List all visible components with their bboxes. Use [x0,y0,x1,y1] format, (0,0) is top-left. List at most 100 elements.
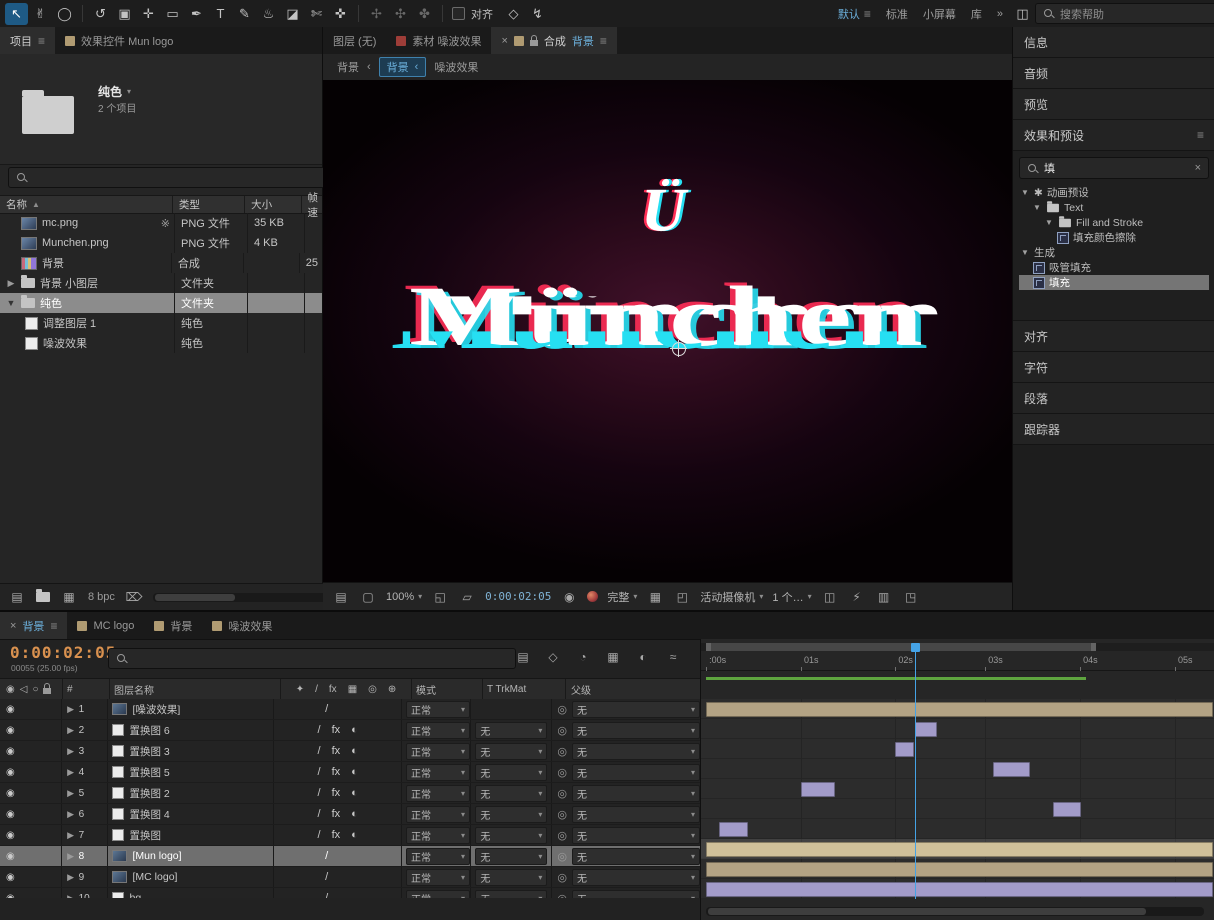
show-channels-icon[interactable] [587,591,598,602]
quality-switch[interactable]: / [318,724,321,736]
motion-blur-icon[interactable]: ◐ [634,648,652,666]
mode-dropdown[interactable]: 正常▾ [406,764,470,781]
zoom-tool-icon[interactable]: ◯ [53,3,76,25]
quality-switch[interactable]: / [325,871,328,883]
layer-duration-bar[interactable] [993,762,1030,777]
motion-blur-switch[interactable]: ◐ [351,724,358,736]
transparency-grid-icon[interactable]: ▦ [646,588,664,606]
timeline-tab-bg-active[interactable]: × 背景 ≡ [0,612,67,639]
color-depth-button[interactable]: 8 bpc [88,591,115,603]
hand-tool-icon[interactable]: ✌ [29,3,52,25]
eye-icon[interactable]: ◉ [6,851,15,862]
pickwhip-icon[interactable]: ◎ [557,745,567,758]
parent-dropdown[interactable]: 无▾ [572,806,700,823]
mini-flowchart-icon[interactable]: ▤ [332,588,350,606]
quality-switch[interactable]: / [318,745,321,757]
mode-dropdown[interactable]: 正常▾ [406,806,470,823]
snap-checkbox[interactable] [452,7,465,20]
parent-dropdown[interactable]: 无▾ [572,848,700,865]
puppet-pin-tool-icon[interactable]: ✜ [329,3,352,25]
timeline-search-input[interactable] [108,648,516,669]
time-ruler[interactable]: :00s 01s 02s 03s 04s 05s [701,653,1214,671]
pickwhip-icon[interactable]: ◎ [557,787,567,800]
parent-dropdown[interactable]: 无▾ [572,827,700,844]
motion-blur-switch[interactable]: ◐ [351,766,358,778]
timeline-button-icon[interactable]: ▥ [875,588,893,606]
interpret-footage-icon[interactable]: ▤ [8,588,26,606]
tree-item-eyedropper-fill[interactable]: 吸管填充 [1019,260,1209,275]
table-row[interactable]: mc.png ※ PNG 文件 35 KB [0,213,322,233]
tab-layer-viewer[interactable]: 图层 (无) [323,27,386,54]
table-row[interactable]: Munchen.png PNG 文件 4 KB [0,233,322,253]
breadcrumb-item[interactable]: 噪波效果 [434,59,478,75]
timeline-tab-mc-logo[interactable]: MC logo [67,612,144,639]
screen-mode-icon[interactable]: ▢ [359,588,377,606]
table-row-selected[interactable]: ▼ 纯色 文件夹 [0,293,322,313]
eye-icon[interactable]: ◉ [6,830,15,841]
pen-tool-icon[interactable]: ✒ [185,3,208,25]
trkmat-dropdown[interactable]: 无▾ [475,848,547,865]
workspace-tab-standard[interactable]: 标准 [879,0,915,27]
eye-icon[interactable]: ◉ [6,788,15,799]
camera-view-dropdown[interactable]: 活动摄像机 ▾ [700,589,763,605]
table-row[interactable]: 调整图层 1 纯色 [0,313,322,333]
panel-effects-presets[interactable]: 效果和预设 ≡ [1013,120,1214,151]
eye-icon[interactable]: ◉ [6,725,15,736]
effects-search-input[interactable]: 填 × [1019,157,1209,179]
pickwhip-icon[interactable]: ◎ [557,808,567,821]
flowchart-button-icon[interactable]: ◳ [902,588,920,606]
motion-blur-switch[interactable]: ◐ [351,745,358,757]
parent-dropdown[interactable]: 无▾ [572,764,700,781]
tab-footage-viewer[interactable]: 素材 噪波效果 [386,27,491,54]
tab-effect-controls[interactable]: 效果控件 Mun logo [55,27,183,54]
parent-dropdown[interactable]: 无▾ [572,869,700,886]
twirl-icon[interactable]: ▶ [66,851,76,862]
panel-audio[interactable]: 音频 [1013,58,1214,89]
trkmat-dropdown[interactable]: 无▾ [475,764,547,781]
workspace-tab-small-screen[interactable]: 小屏幕 [916,0,963,27]
close-icon[interactable]: × [501,35,507,47]
motion-blur-switch[interactable]: ◐ [351,808,358,820]
work-area-bar[interactable] [706,643,1096,651]
tree-item-generate[interactable]: ▼ 生成 [1019,245,1209,260]
trkmat-dropdown[interactable]: 无▾ [475,806,547,823]
tree-item-fill-color-wipe[interactable]: 填充颜色擦除 [1019,230,1209,245]
graph-editor-icon[interactable]: ≈ [664,648,682,666]
fx-switch[interactable]: fx [332,745,341,757]
workspace-tab-library[interactable]: 库 [964,0,989,27]
tab-project[interactable]: 项目 ≡ [0,27,55,54]
tab-composition-viewer[interactable]: × 合成 背景 ≡ [491,27,616,54]
parent-dropdown[interactable]: 无▾ [572,722,700,739]
eye-icon[interactable]: ◉ [6,872,15,883]
motion-blur-switch[interactable]: ◐ [351,787,358,799]
workspace-tab-default[interactable]: 默认 ≡ [831,0,878,27]
current-time-indicator[interactable] [915,643,916,899]
eraser-tool-icon[interactable]: ◪ [281,3,304,25]
trkmat-dropdown[interactable]: 无▾ [475,869,547,886]
help-search-input[interactable]: 搜索帮助 [1035,3,1214,24]
twirl-icon[interactable]: ▶ [66,788,76,799]
mask-visibility-icon[interactable]: ▱ [458,588,476,606]
layer-row-selected[interactable]: ◉ ▶8 [Mun logo] / 正常▾ 无▾ ◎无▾ [0,846,700,867]
panel-character[interactable]: 字符 [1013,352,1214,383]
trkmat-dropdown[interactable]: 无▾ [475,743,547,760]
roto-brush-tool-icon[interactable]: ✄ [305,3,328,25]
mask-feather-icon[interactable]: ◇ [502,3,525,25]
tree-item-fill-and-stroke[interactable]: ▼ Fill and Stroke [1019,215,1209,230]
workspace-menu-icon[interactable]: ≡ [864,7,871,21]
timeline-tab-bg[interactable]: 背景 [144,612,202,639]
table-row[interactable]: 背景 合成 25 [0,253,322,273]
twirl-closed-icon[interactable]: ▶ [6,278,16,289]
panel-menu-icon[interactable]: ≡ [1197,128,1204,142]
guides-grid-icon[interactable]: ◰ [673,588,691,606]
layer-row[interactable]: ◉ ▶3 置换图 3 /fx◐ 正常▾ 无▾ ◎无▾ [0,741,700,762]
panel-menu-icon[interactable]: ≡ [38,34,45,48]
twirl-open-icon[interactable]: ▼ [6,298,16,308]
eye-icon[interactable]: ◉ [6,767,15,778]
layer-row[interactable]: ◉ ▶7 置换图 /fx◐ 正常▾ 无▾ ◎无▾ [0,825,700,846]
quality-switch[interactable]: / [325,703,328,715]
camera-tool-icon[interactable]: ▣ [113,3,136,25]
parent-dropdown[interactable]: 无▾ [572,743,700,760]
project-search-input[interactable] [8,167,328,188]
pan-behind-tool-icon[interactable]: ✛ [137,3,160,25]
